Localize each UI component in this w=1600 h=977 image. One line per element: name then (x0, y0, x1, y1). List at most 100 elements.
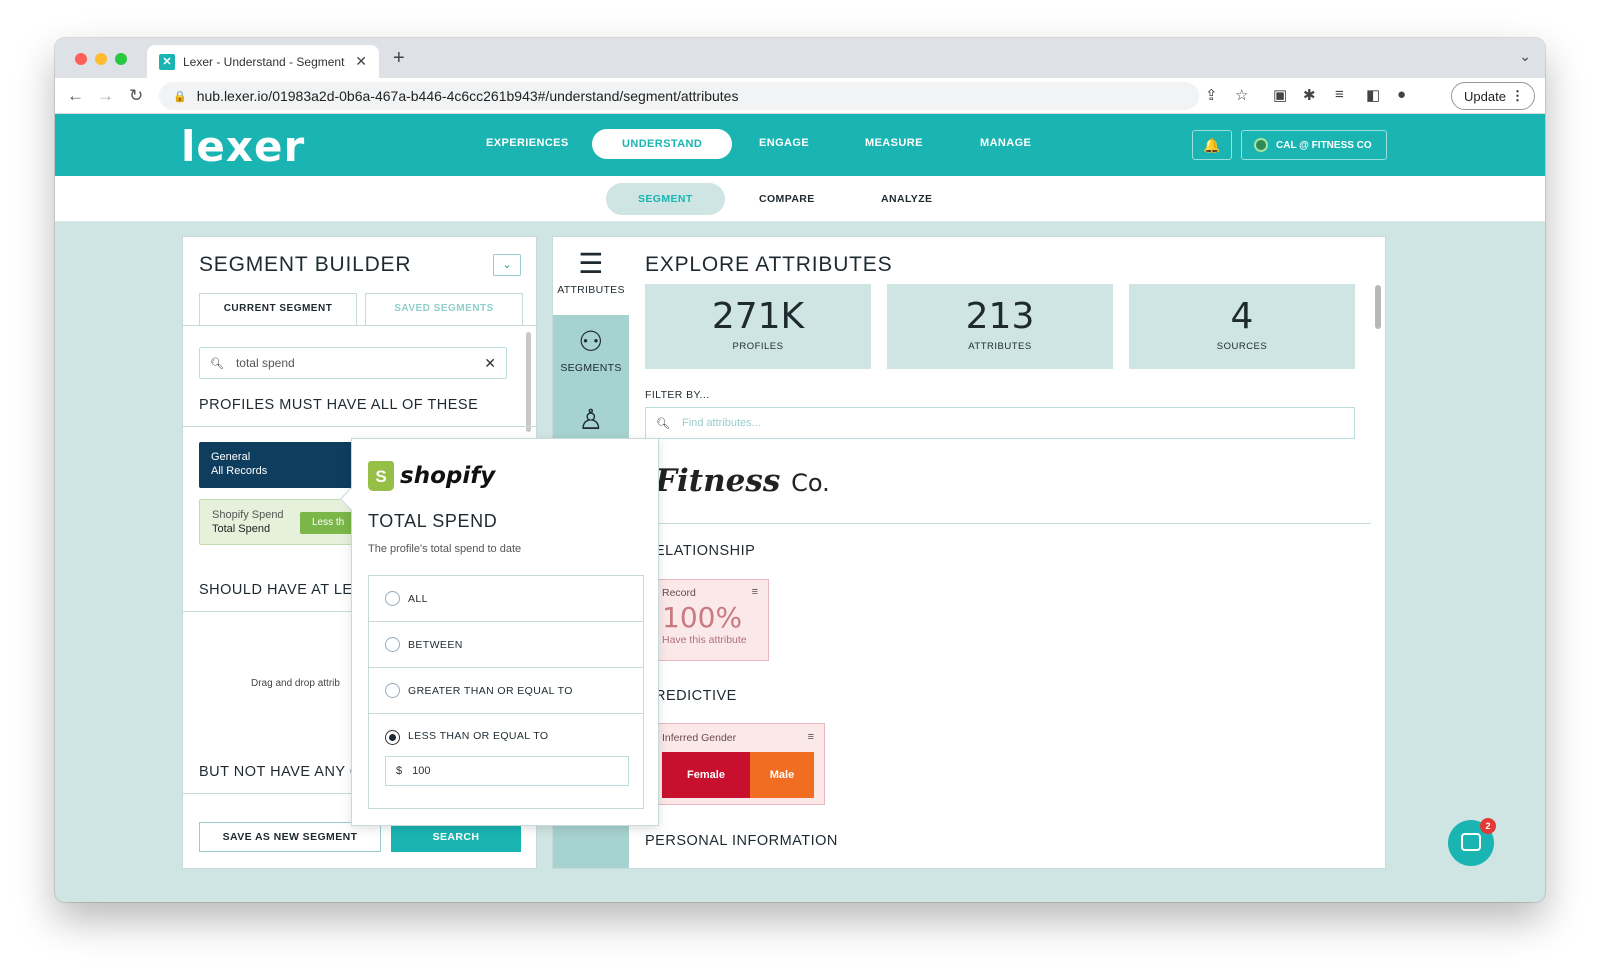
nav-manage[interactable]: MANAGE (980, 137, 1031, 149)
segments-icon: ⚇ (578, 326, 604, 357)
stat-attributes: 213 ATTRIBUTES (887, 284, 1113, 369)
close-window-icon[interactable] (75, 53, 87, 65)
popover-title: TOTAL SPEND (368, 511, 498, 531)
nav-understand[interactable]: UNDERSTAND (592, 129, 733, 159)
search-icon: 🔍︎ (210, 357, 224, 370)
close-tab-icon[interactable]: ✕ (355, 53, 367, 70)
record-attribute-card[interactable]: Record ≡ 100% Have this attribute (655, 579, 769, 661)
profile-avatar-icon[interactable]: ● (1397, 86, 1406, 103)
filter-label: FILTER BY... (645, 389, 710, 401)
male-bar[interactable]: Male (750, 752, 814, 798)
radio-icon[interactable] (385, 591, 400, 606)
kebab-menu-icon: ⋮ (1511, 88, 1524, 103)
sub-navigation: SEGMENT COMPARE ANALYZE (55, 176, 1545, 222)
maximize-window-icon[interactable] (115, 53, 127, 65)
sidebar-label: SEGMENTS (560, 362, 622, 374)
minimize-window-icon[interactable] (95, 53, 107, 65)
menu-icon[interactable]: ≡ (808, 731, 814, 743)
menu-icon[interactable]: ≡ (752, 586, 758, 598)
radio-icon[interactable] (385, 683, 400, 698)
extension-f-icon[interactable]: ▣ (1273, 86, 1287, 104)
amount-value: 100 (412, 765, 431, 777)
card-sub: Have this attribute (662, 634, 747, 646)
option-all[interactable]: ALL (369, 576, 643, 622)
lexer-logo[interactable]: lexer (181, 122, 305, 171)
radio-icon[interactable] (385, 637, 400, 652)
bookmark-star-icon[interactable]: ☆ (1235, 86, 1248, 104)
tab-list-chevron-icon[interactable]: ⌄ (1519, 48, 1531, 65)
url-bar: ← → ↻ 🔒 hub.lexer.io/01983a2d-0b6a-467a-… (55, 78, 1545, 114)
nav-engage[interactable]: ENGAGE (759, 137, 809, 149)
chip-value: All Records (211, 465, 268, 477)
explore-title: EXPLORE ATTRIBUTES (645, 253, 893, 276)
subnav-compare[interactable]: COMPARE (759, 193, 815, 205)
app-header: lexer EXPERIENCES UNDERSTAND ENGAGE MEAS… (55, 114, 1545, 176)
person-icon: ♙ (578, 404, 604, 435)
shopify-total-spend-chip[interactable]: Shopify Spend Total Spend Less th (199, 499, 360, 545)
stat-label: ATTRIBUTES (968, 341, 1032, 352)
stat-sources: 4 SOURCES (1129, 284, 1355, 369)
address-bar[interactable]: 🔒 hub.lexer.io/01983a2d-0b6a-467a-b446-4… (159, 82, 1199, 110)
tab-saved-segments[interactable]: SAVED SEGMENTS (365, 293, 523, 325)
list-icon: ☰ (578, 248, 604, 279)
browser-window: ✕ Lexer - Understand - Segment ✕ + ⌄ ← →… (55, 38, 1545, 902)
save-as-new-segment-button[interactable]: SAVE AS NEW SEGMENT (199, 822, 381, 852)
new-tab-icon[interactable]: + (393, 47, 405, 70)
tab-current-segment[interactable]: CURRENT SEGMENT (199, 293, 357, 325)
divider (629, 523, 1371, 524)
search-button[interactable]: SEARCH (391, 822, 521, 852)
amount-input[interactable]: $ 100 (385, 756, 629, 786)
tab-bar: ✕ Lexer - Understand - Segment ✕ + ⌄ (55, 38, 1545, 78)
option-greater-equal[interactable]: GREATER THAN OR EQUAL TO (369, 668, 643, 714)
general-all-records-chip[interactable]: General All Records (199, 442, 359, 488)
card-title: Inferred Gender (662, 732, 737, 744)
browser-tab[interactable]: ✕ Lexer - Understand - Segment ✕ (147, 45, 379, 78)
divider (183, 426, 538, 427)
divider (183, 325, 538, 326)
option-label: LESS THAN OR EQUAL TO (408, 730, 549, 742)
scrollbar[interactable] (526, 332, 531, 432)
stat-value: 213 (965, 296, 1035, 337)
search-icon: 🔍︎ (656, 417, 670, 430)
clear-search-icon[interactable]: ✕ (484, 355, 496, 372)
sidebar-item-attributes[interactable]: ☰ ATTRIBUTES (553, 237, 629, 315)
media-icon[interactable]: ≡ (1335, 86, 1344, 103)
subnav-segment[interactable]: SEGMENT (606, 183, 725, 215)
attribute-search-input[interactable]: 🔍︎ total spend ✕ (199, 347, 507, 379)
chevron-down-icon[interactable]: ⌄ (493, 254, 521, 276)
female-bar[interactable]: Female (662, 752, 750, 798)
account-button[interactable]: CAL @ FITNESS CO (1241, 130, 1387, 160)
subnav-analyze[interactable]: ANALYZE (881, 193, 932, 205)
forward-icon[interactable]: → (97, 86, 114, 106)
segment-builder-title: SEGMENT BUILDER (199, 253, 412, 276)
back-icon[interactable]: ← (67, 86, 84, 106)
option-label: BETWEEN (408, 638, 463, 651)
share-icon[interactable]: ⇪ (1205, 86, 1218, 104)
reload-icon[interactable]: ↻ (129, 86, 143, 106)
stat-value: 4 (1230, 296, 1254, 337)
notifications-bell-icon[interactable]: 🔔 (1192, 130, 1232, 160)
url-text: hub.lexer.io/01983a2d-0b6a-467a-b446-4c6… (196, 88, 739, 104)
explore-attributes-panel: ☰ ATTRIBUTES ⚇ SEGMENTS ♙ EXPLORE ATTRIB… (552, 236, 1386, 869)
account-name: CAL @ FITNESS CO (1276, 139, 1372, 151)
brand-suffix: Co. (791, 469, 830, 497)
chat-launcher-button[interactable]: 2 (1448, 818, 1496, 866)
option-between[interactable]: BETWEEN (369, 622, 643, 668)
lock-icon: 🔒 (173, 90, 187, 103)
nav-experiences[interactable]: EXPERIENCES (486, 137, 569, 149)
scrollbar[interactable] (1375, 285, 1381, 329)
sidebar-icon[interactable]: ◧ (1366, 86, 1380, 104)
nav-measure[interactable]: MEASURE (865, 137, 923, 149)
account-globe-icon (1254, 138, 1268, 152)
stat-label: SOURCES (1216, 341, 1268, 352)
inferred-gender-card[interactable]: Inferred Gender ≡ Female Male (655, 723, 825, 805)
popover-description: The profile's total spend to date (368, 543, 522, 555)
fitness-co-logo: Fitness Co. (655, 463, 830, 499)
radio-selected-icon[interactable] (385, 730, 400, 745)
sidebar-item-segments[interactable]: ⚇ SEGMENTS (553, 317, 629, 395)
update-button[interactable]: Update ⋮ (1451, 82, 1535, 110)
must-have-heading: PROFILES MUST HAVE ALL OF THESE (199, 397, 479, 413)
extensions-puzzle-icon[interactable]: ✱ (1303, 86, 1316, 104)
filter-placeholder: Find attributes... (681, 417, 761, 429)
find-attributes-input[interactable]: 🔍︎ Find attributes... (645, 407, 1355, 439)
